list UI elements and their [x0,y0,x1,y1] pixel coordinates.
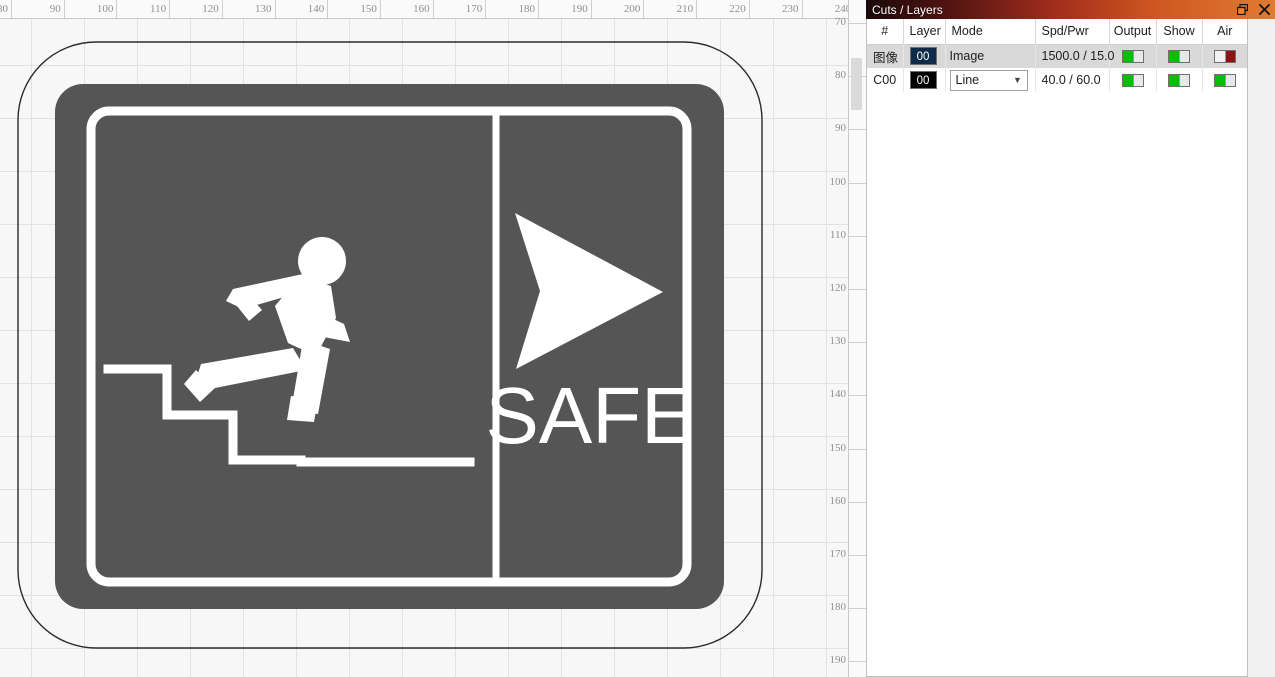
ruler-tick [221,0,223,18]
ruler-label: 190 [571,3,588,15]
ruler-tick [748,0,750,18]
col-header-air[interactable]: Air [1202,19,1247,45]
ruler-tick [643,0,645,18]
ruler-tick [63,0,65,18]
cell-layer[interactable]: 00 [903,68,946,92]
air-toggle[interactable] [1213,74,1236,88]
mode-value: Line [955,73,980,87]
ruler-label: 200 [623,3,641,15]
col-header-spdpwr[interactable]: Spd/Pwr [1035,19,1110,45]
ruler-label: 240 [834,3,848,15]
cuts-table: # Layer Mode Spd/Pwr Output Show Air 图像 0… [867,19,1247,92]
show-toggle[interactable] [1168,50,1190,64]
col-header-number[interactable]: # [867,19,904,45]
ruler-tick [849,182,866,184]
table-row[interactable]: 图像 00 Image 1500.0 / 15.0 [867,44,1247,68]
cell-show[interactable] [1156,44,1203,68]
sign-plate[interactable] [55,84,724,609]
ruler-label: 230 [782,3,799,15]
layer-color-swatch[interactable]: 00 [909,71,937,89]
safe-text: SAFE [486,371,695,460]
ruler-tick [849,289,866,290]
ruler-tick [696,0,698,18]
air-toggle[interactable] [1213,50,1236,64]
ruler-tick [11,0,12,18]
ruler-label: 170 [465,3,483,15]
cell-number[interactable]: 图像 [867,44,904,68]
ruler-tick [849,608,866,610]
lightburn-window: SAFE 80 90 100 110 120 130 140 150 160 170 180 190 2… [0,0,1275,677]
show-toggle[interactable] [1168,74,1190,88]
ruler-tick [274,0,276,18]
cell-number[interactable]: C00 [867,68,904,92]
ruler-label: 110 [150,3,167,15]
col-header-show[interactable]: Show [1156,19,1203,45]
ruler-label: 220 [729,3,746,15]
col-header-layer[interactable]: Layer [903,19,946,45]
ruler-tick [849,23,866,24]
ruler-label: 160 [413,3,430,15]
ruler-tick [801,0,803,18]
layer-color-swatch[interactable]: 00 [909,47,937,66]
cell-mode[interactable]: Image [945,44,1036,68]
ruler-tick [849,501,866,503]
cell-show[interactable] [1156,68,1203,92]
ruler-tick [849,661,866,663]
ruler-label: 180 [518,3,536,15]
ruler-tick [432,0,434,18]
ruler-tick [849,129,866,131]
cell-layer[interactable]: 00 [903,44,946,68]
ruler-tick [538,0,539,18]
cell-spd-pwr[interactable]: 1500.0 / 15.0 [1035,44,1114,68]
cell-air[interactable] [1202,68,1247,92]
ruler-label: 80 [0,3,8,15]
mode-value: Image [949,49,985,64]
ruler-tick [379,0,381,18]
cell-output[interactable] [1109,44,1157,68]
cell-spd-pwr[interactable]: 40.0 / 60.0 [1035,68,1110,92]
ruler-label: 120 [202,3,219,15]
chevron-down-icon: ▼ [1013,74,1022,85]
ruler-tick [849,555,866,556]
mode-dropdown[interactable]: Line ▼ [949,69,1028,91]
ruler-label: 90 [49,3,61,15]
cell-output[interactable] [1109,68,1157,92]
panel-title-text: Cuts / Layers [872,2,943,17]
col-header-mode[interactable]: Mode [945,19,1036,45]
output-toggle[interactable] [1121,50,1144,64]
ruler-label: 140 [307,3,325,15]
ruler-tick [116,0,118,18]
ruler-tick [327,0,329,18]
ruler-tick [849,235,866,237]
design-canvas[interactable]: SAFE 80 90 100 110 120 130 140 150 160 170 180 190 2… [0,0,866,677]
ruler-tick [849,448,866,450]
cuts-layers-panel: Cuts / Layers # Layer Mode Spd/Pwr Outpu… [866,0,1275,677]
ruler-label: 150 [360,3,377,15]
ruler-tick [169,0,171,18]
ruler-tick [590,0,592,18]
ruler-tick [485,0,487,18]
table-row[interactable]: C00 00 Line ▼ 40.0 / 60.0 [867,68,1247,92]
panel-title-bar[interactable]: Cuts / Layers [866,0,1275,19]
table-header-row: # Layer Mode Spd/Pwr Output Show Air [867,19,1247,45]
artwork-layer[interactable]: SAFE [0,18,848,677]
output-toggle[interactable] [1121,74,1144,88]
cell-mode[interactable]: Line ▼ [945,68,1036,92]
ruler-tick [849,342,866,344]
ruler-label: 130 [255,3,272,15]
vertical-scrollbar-thumb[interactable] [851,58,862,110]
cuts-table-body: 图像 00 Image 1500.0 / 15.0 C00 00 Line ▼ 40.0 / 6… [867,44,1247,92]
cuts-layers-body: # Layer Mode Spd/Pwr Output Show Air 图像 0… [866,19,1248,677]
col-header-output[interactable]: Output [1109,19,1157,45]
ruler-label: 210 [676,3,694,15]
restore-window-icon[interactable] [1233,1,1251,18]
horizontal-ruler[interactable]: 80 90 100 110 120 130 140 150 160 170 180 190 200 210… [0,0,848,19]
ruler-tick [849,395,866,397]
close-icon[interactable] [1255,1,1273,18]
cell-air[interactable] [1202,44,1247,68]
ruler-label: 100 [96,3,114,15]
